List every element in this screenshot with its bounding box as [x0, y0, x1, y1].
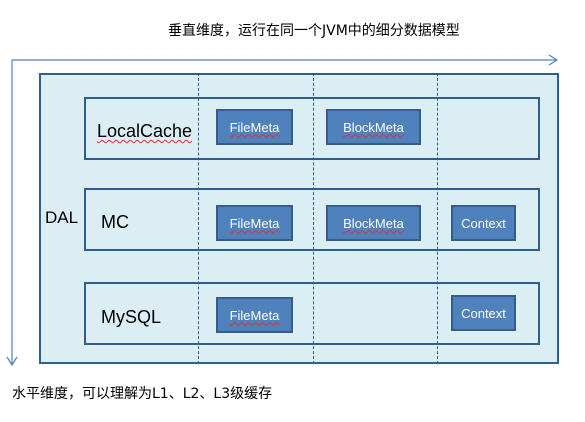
box-label: BlockMeta [343, 215, 404, 231]
diagram-canvas: 垂直维度，运行在同一个JVM中的细分数据模型 DAL LocalCache Fi… [0, 0, 585, 422]
filemeta-box: FileMeta [216, 205, 293, 241]
filemeta-box: FileMeta [216, 109, 293, 145]
box-label: FileMeta [229, 307, 280, 323]
horizontal-arrow-head [548, 54, 559, 66]
context-box: Context [451, 295, 516, 331]
box-label: FileMeta [229, 119, 280, 135]
layer-label: MC [101, 212, 129, 232]
layer-label: MySQL [101, 307, 162, 327]
box-label: Context [461, 215, 506, 231]
box-label: Context [461, 305, 506, 321]
horizontal-dimension-caption: 水平维度，可以理解为L1、L2、L3级缓存 [12, 386, 273, 402]
layer-label: LocalCache [97, 121, 193, 141]
dal-label: DAL [45, 208, 79, 227]
blockmeta-box: BlockMeta [326, 205, 421, 241]
blockmeta-box: BlockMeta [326, 109, 421, 145]
vertical-arrow-head [6, 356, 18, 367]
box-label: FileMeta [229, 215, 280, 231]
context-box: Context [451, 205, 516, 241]
filemeta-box: FileMeta [216, 297, 293, 333]
box-label: BlockMeta [343, 119, 404, 135]
vertical-dimension-caption: 垂直维度，运行在同一个JVM中的细分数据模型 [168, 23, 460, 39]
